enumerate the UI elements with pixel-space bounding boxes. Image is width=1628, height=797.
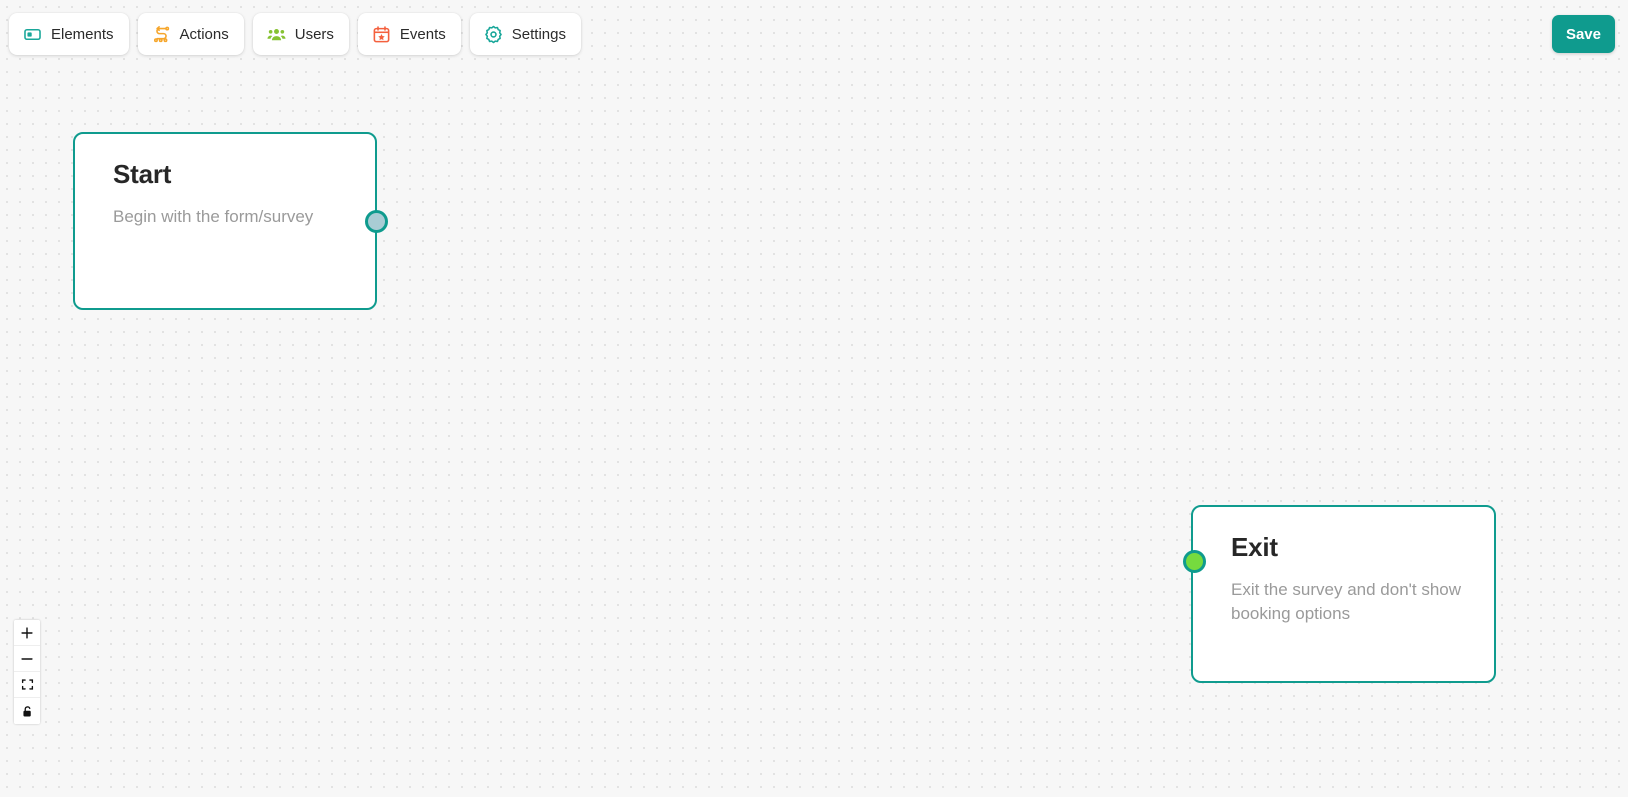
node-exit-description: Exit the survey and don't show booking o… [1231, 579, 1462, 623]
events-icon [372, 25, 391, 44]
users-icon [267, 25, 286, 44]
toolbar-button-actions[interactable]: Actions [137, 13, 244, 55]
toolbar-button-events-label: Events [399, 25, 446, 43]
fit-view-icon [21, 678, 34, 691]
node-exit[interactable]: Exit Exit the survey and don't show book… [1191, 505, 1496, 683]
zoom-out-button[interactable] [14, 646, 40, 672]
toolbar-button-elements-label: Elements [51, 25, 114, 43]
minus-icon [20, 652, 34, 666]
node-exit-title: Exit [1231, 532, 1278, 562]
node-start-title: Start [113, 159, 172, 189]
zoom-in-button[interactable] [14, 620, 40, 646]
fit-view-button[interactable] [14, 672, 40, 698]
node-start-description: Begin with the form/survey [113, 206, 314, 226]
top-toolbar: Elements Actions Users Events Settings [0, 0, 1628, 68]
plus-icon [20, 626, 34, 640]
node-start[interactable]: Start Begin with the form/survey [73, 132, 377, 310]
toolbar-button-users-label: Users [294, 25, 334, 43]
toolbar-button-events[interactable]: Events [357, 13, 461, 55]
toolbar-button-settings-label: Settings [511, 25, 566, 43]
toolbar-button-users[interactable]: Users [252, 13, 349, 55]
node-exit-target-handle[interactable] [1183, 550, 1206, 573]
canvas-view-controls [14, 620, 40, 724]
toolbar-button-settings[interactable]: Settings [469, 13, 581, 55]
lock-toggle-button[interactable] [14, 698, 40, 724]
toolbar-button-actions-label: Actions [179, 25, 229, 43]
flow-canvas[interactable]: Start Begin with the form/survey Exit Ex… [0, 0, 1628, 797]
toolbar-button-elements[interactable]: Elements [9, 13, 129, 55]
elements-icon [23, 25, 42, 44]
unlocked-padlock-icon [21, 705, 34, 718]
gear-icon [484, 25, 503, 44]
node-start-source-handle[interactable] [365, 210, 388, 233]
actions-icon [152, 25, 171, 44]
